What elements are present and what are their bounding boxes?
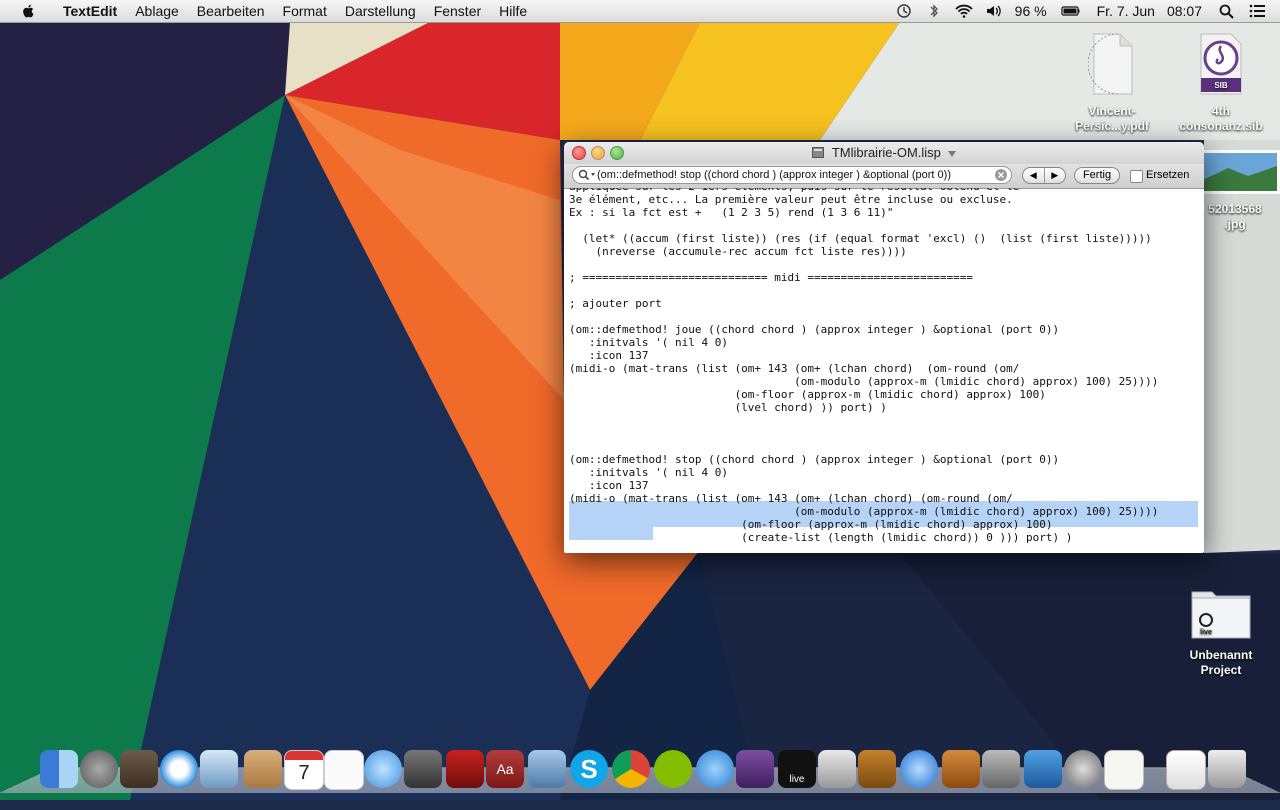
system-preferences-icon[interactable]	[1064, 750, 1102, 788]
time-machine-icon[interactable]	[895, 3, 913, 19]
find-next-button[interactable]: ▶	[1045, 168, 1066, 183]
project-name-line1: Unbenannt	[1189, 648, 1253, 662]
menu-bar: TextEdit Ablage Bearbeiten Format Darste…	[0, 0, 1280, 23]
window-title: TMlibrairie-OM.lisp	[831, 145, 941, 160]
script-editor-icon[interactable]	[982, 750, 1020, 788]
finder-icon[interactable]	[40, 750, 78, 788]
find-input-value: (om::defmethod! stop ((chord chord ) (ap…	[597, 169, 951, 181]
desktop-icon-pdf[interactable]: Vincent-Persic...y.pdf	[1064, 32, 1160, 134]
apple-menu-icon[interactable]	[18, 3, 40, 19]
sibelius-file-icon: SIB	[1200, 33, 1242, 95]
battery-percent[interactable]: 96 %	[1015, 3, 1047, 19]
numbers-icon[interactable]	[1024, 750, 1062, 788]
dock: 7 Aa S live	[0, 744, 1280, 794]
title-chevron-down-icon[interactable]	[947, 151, 956, 157]
iphoto-icon[interactable]	[528, 750, 566, 788]
find-bar: (om::defmethod! stop ((chord chord ) (ap…	[564, 164, 1204, 189]
document-text[interactable]: appliquée sur les 2 1ers éléments, puis …	[569, 188, 1158, 544]
safari-icon[interactable]	[160, 750, 198, 788]
skype-icon[interactable]: S	[570, 750, 608, 788]
desktop-icon-sib[interactable]: SIB 4th consonanz.sib	[1173, 32, 1269, 134]
battery-icon[interactable]	[1059, 3, 1081, 19]
sib-filename-line1: 4th	[1212, 104, 1230, 118]
jpg-filename-line2: .jpg	[1224, 217, 1246, 231]
mail-icon[interactable]	[200, 750, 238, 788]
find-input[interactable]: (om::defmethod! stop ((chord chord ) (ap…	[572, 166, 1012, 184]
wifi-icon[interactable]	[955, 3, 973, 19]
notification-center-icon[interactable]	[1248, 3, 1266, 19]
done-button[interactable]: Fertig	[1074, 167, 1120, 184]
document-proxy-icon[interactable]	[812, 147, 825, 158]
bluetooth-icon[interactable]	[925, 3, 943, 19]
menu-bearbeiten[interactable]: Bearbeiten	[188, 3, 274, 19]
menu-app-name[interactable]: TextEdit	[54, 3, 126, 19]
jpg-filename-line1: 52013568	[1208, 202, 1262, 216]
garageband-icon[interactable]	[858, 750, 896, 788]
keynote-icon[interactable]	[942, 750, 980, 788]
jpg-image-thumbnail	[1200, 150, 1280, 194]
itunes-icon[interactable]	[696, 750, 734, 788]
search-icon[interactable]	[578, 169, 596, 181]
replace-label: Ersetzen	[1146, 169, 1190, 181]
audio-app-icon[interactable]	[818, 750, 856, 788]
chrome-icon[interactable]	[612, 750, 650, 788]
reminders-icon[interactable]	[324, 750, 364, 790]
sib-badge: SIB	[1214, 81, 1228, 90]
pdf-filename: Vincent-Persic...y.pdf	[1075, 104, 1149, 133]
project-name-line2: Project	[1200, 663, 1242, 677]
find-navigation: ◀ ▶	[1022, 167, 1066, 184]
calendar-icon[interactable]: 7	[284, 750, 324, 790]
text-editor-area[interactable]: appliquée sur les 2 1ers éléments, puis …	[564, 188, 1204, 553]
menubar-time[interactable]: 08:07	[1167, 3, 1202, 19]
zoom-button[interactable]	[610, 146, 624, 160]
messages-icon[interactable]	[364, 750, 402, 788]
volume-icon[interactable]	[985, 3, 1003, 19]
menubar-date[interactable]: Fr. 7. Jun	[1097, 3, 1155, 19]
photo-booth-icon[interactable]	[446, 750, 484, 788]
live-project-badge: live	[1200, 629, 1212, 636]
window-titlebar[interactable]: TMlibrairie-OM.lisp	[564, 142, 1204, 164]
contacts-icon[interactable]	[244, 750, 282, 788]
ableton-live-icon[interactable]: live	[778, 750, 816, 788]
clear-search-icon[interactable]	[995, 169, 1007, 181]
replace-checkbox[interactable]	[1130, 170, 1143, 183]
textedit-window: TMlibrairie-OM.lisp (om::defmethod! stop…	[564, 142, 1204, 553]
mission-control-icon[interactable]	[120, 750, 158, 788]
downloads-stack-icon[interactable]	[1166, 750, 1206, 790]
pdf-document-icon	[1087, 33, 1133, 95]
textedit-icon[interactable]	[1104, 750, 1144, 790]
spotlight-search-icon[interactable]	[1218, 3, 1236, 19]
menu-format[interactable]: Format	[274, 3, 336, 19]
live-project-folder-icon: live	[1191, 591, 1251, 639]
close-button[interactable]	[572, 146, 586, 160]
trash-icon[interactable]	[1208, 750, 1246, 788]
launchpad-icon[interactable]	[80, 750, 118, 788]
menu-darstellung[interactable]: Darstellung	[336, 3, 425, 19]
find-previous-button[interactable]: ◀	[1023, 168, 1045, 183]
sibelius-icon[interactable]	[736, 750, 774, 788]
desktop-icon-live-project[interactable]: live Unbenannt Project	[1173, 584, 1269, 678]
menu-hilfe[interactable]: Hilfe	[490, 3, 536, 19]
menu-fenster[interactable]: Fenster	[425, 3, 490, 19]
sib-filename-line2: consonanz.sib	[1179, 119, 1263, 133]
facetime-icon[interactable]	[404, 750, 442, 788]
dictionary-icon[interactable]: Aa	[486, 750, 524, 788]
menu-ablage[interactable]: Ablage	[126, 3, 188, 19]
minimize-button[interactable]	[591, 146, 605, 160]
calendar-day: 7	[298, 762, 310, 784]
spotify-icon[interactable]	[654, 750, 692, 788]
app-store-icon[interactable]	[900, 750, 938, 788]
